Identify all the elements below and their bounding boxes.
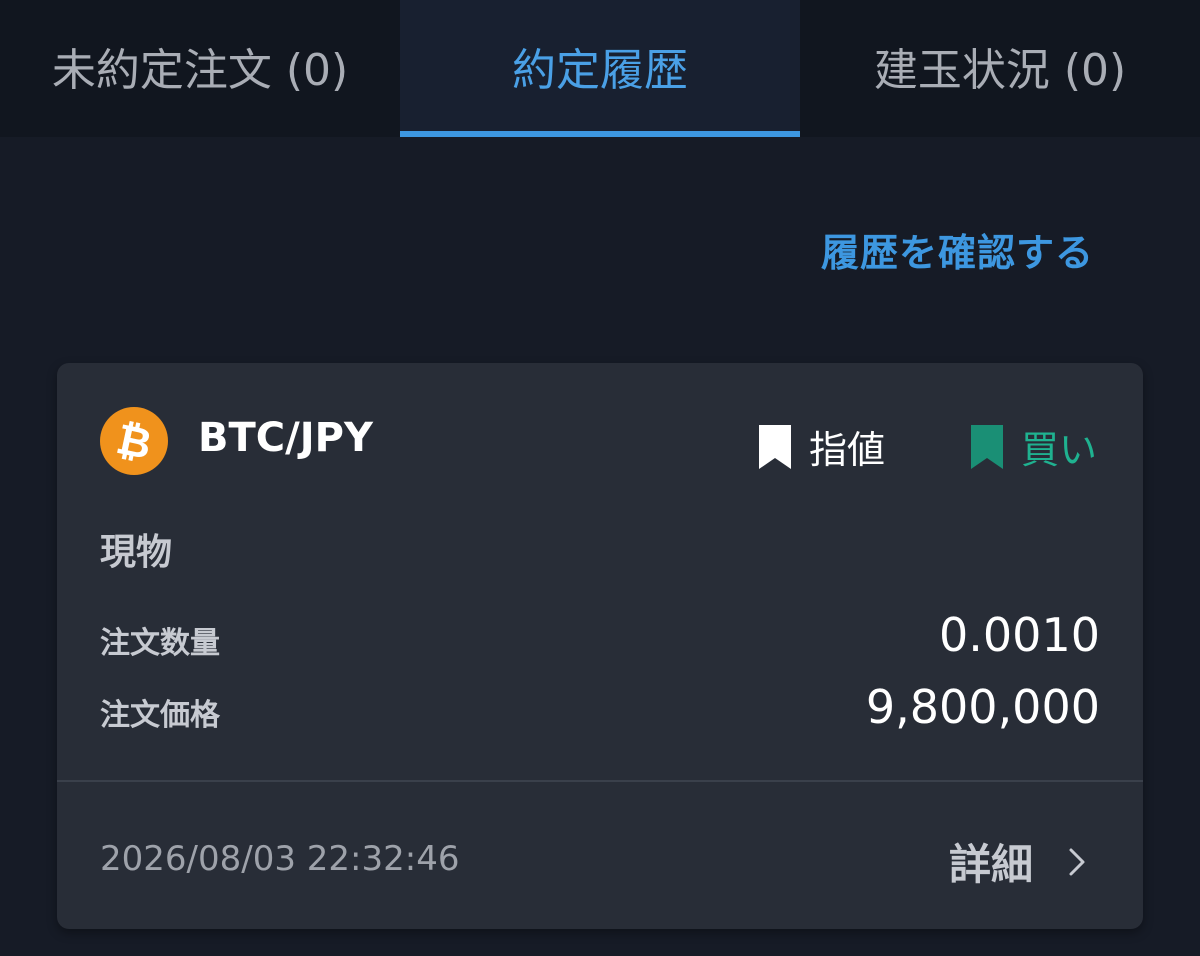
side-label: 買い: [1021, 428, 1098, 472]
detail-label: 詳細: [948, 840, 1033, 889]
side-tag: 買い: [969, 419, 1097, 474]
order-type-label: 指値: [809, 428, 886, 472]
view-history-link[interactable]: 履歴を確認する: [821, 222, 1094, 277]
tab-open-orders[interactable]: 未約定注文 (0): [0, 0, 400, 137]
bookmark-icon: [759, 425, 791, 469]
bitcoin-icon: ₿: [100, 407, 168, 475]
bookmark-icon: [971, 425, 1003, 469]
order-price-label: 注文価格: [100, 698, 220, 733]
chevron-right-icon: [1069, 848, 1085, 875]
card-divider: [57, 780, 1143, 782]
tab-positions[interactable]: 建玉状況 (0): [800, 0, 1200, 137]
trade-card: ₿ BTC/JPY 指値 買い 現物 注文数量 0.0010 注文価格 9,80…: [57, 363, 1143, 929]
order-quantity-value: 0.0010: [939, 608, 1100, 662]
trade-timestamp: 2026/08/03 22:32:46: [100, 839, 460, 879]
order-type-tag: 指値: [757, 419, 885, 474]
order-price-value: 9,800,000: [865, 680, 1100, 734]
order-quantity-label: 注文数量: [100, 626, 220, 661]
detail-button[interactable]: 詳細: [949, 831, 1087, 892]
trade-category: 現物: [100, 532, 173, 573]
bitcoin-symbol: ₿: [112, 413, 156, 469]
tab-bar: 未約定注文 (0) 約定履歴 建玉状況 (0): [0, 0, 1200, 137]
trading-pair: BTC/JPY: [198, 415, 373, 461]
tab-trade-history[interactable]: 約定履歴: [400, 0, 800, 137]
